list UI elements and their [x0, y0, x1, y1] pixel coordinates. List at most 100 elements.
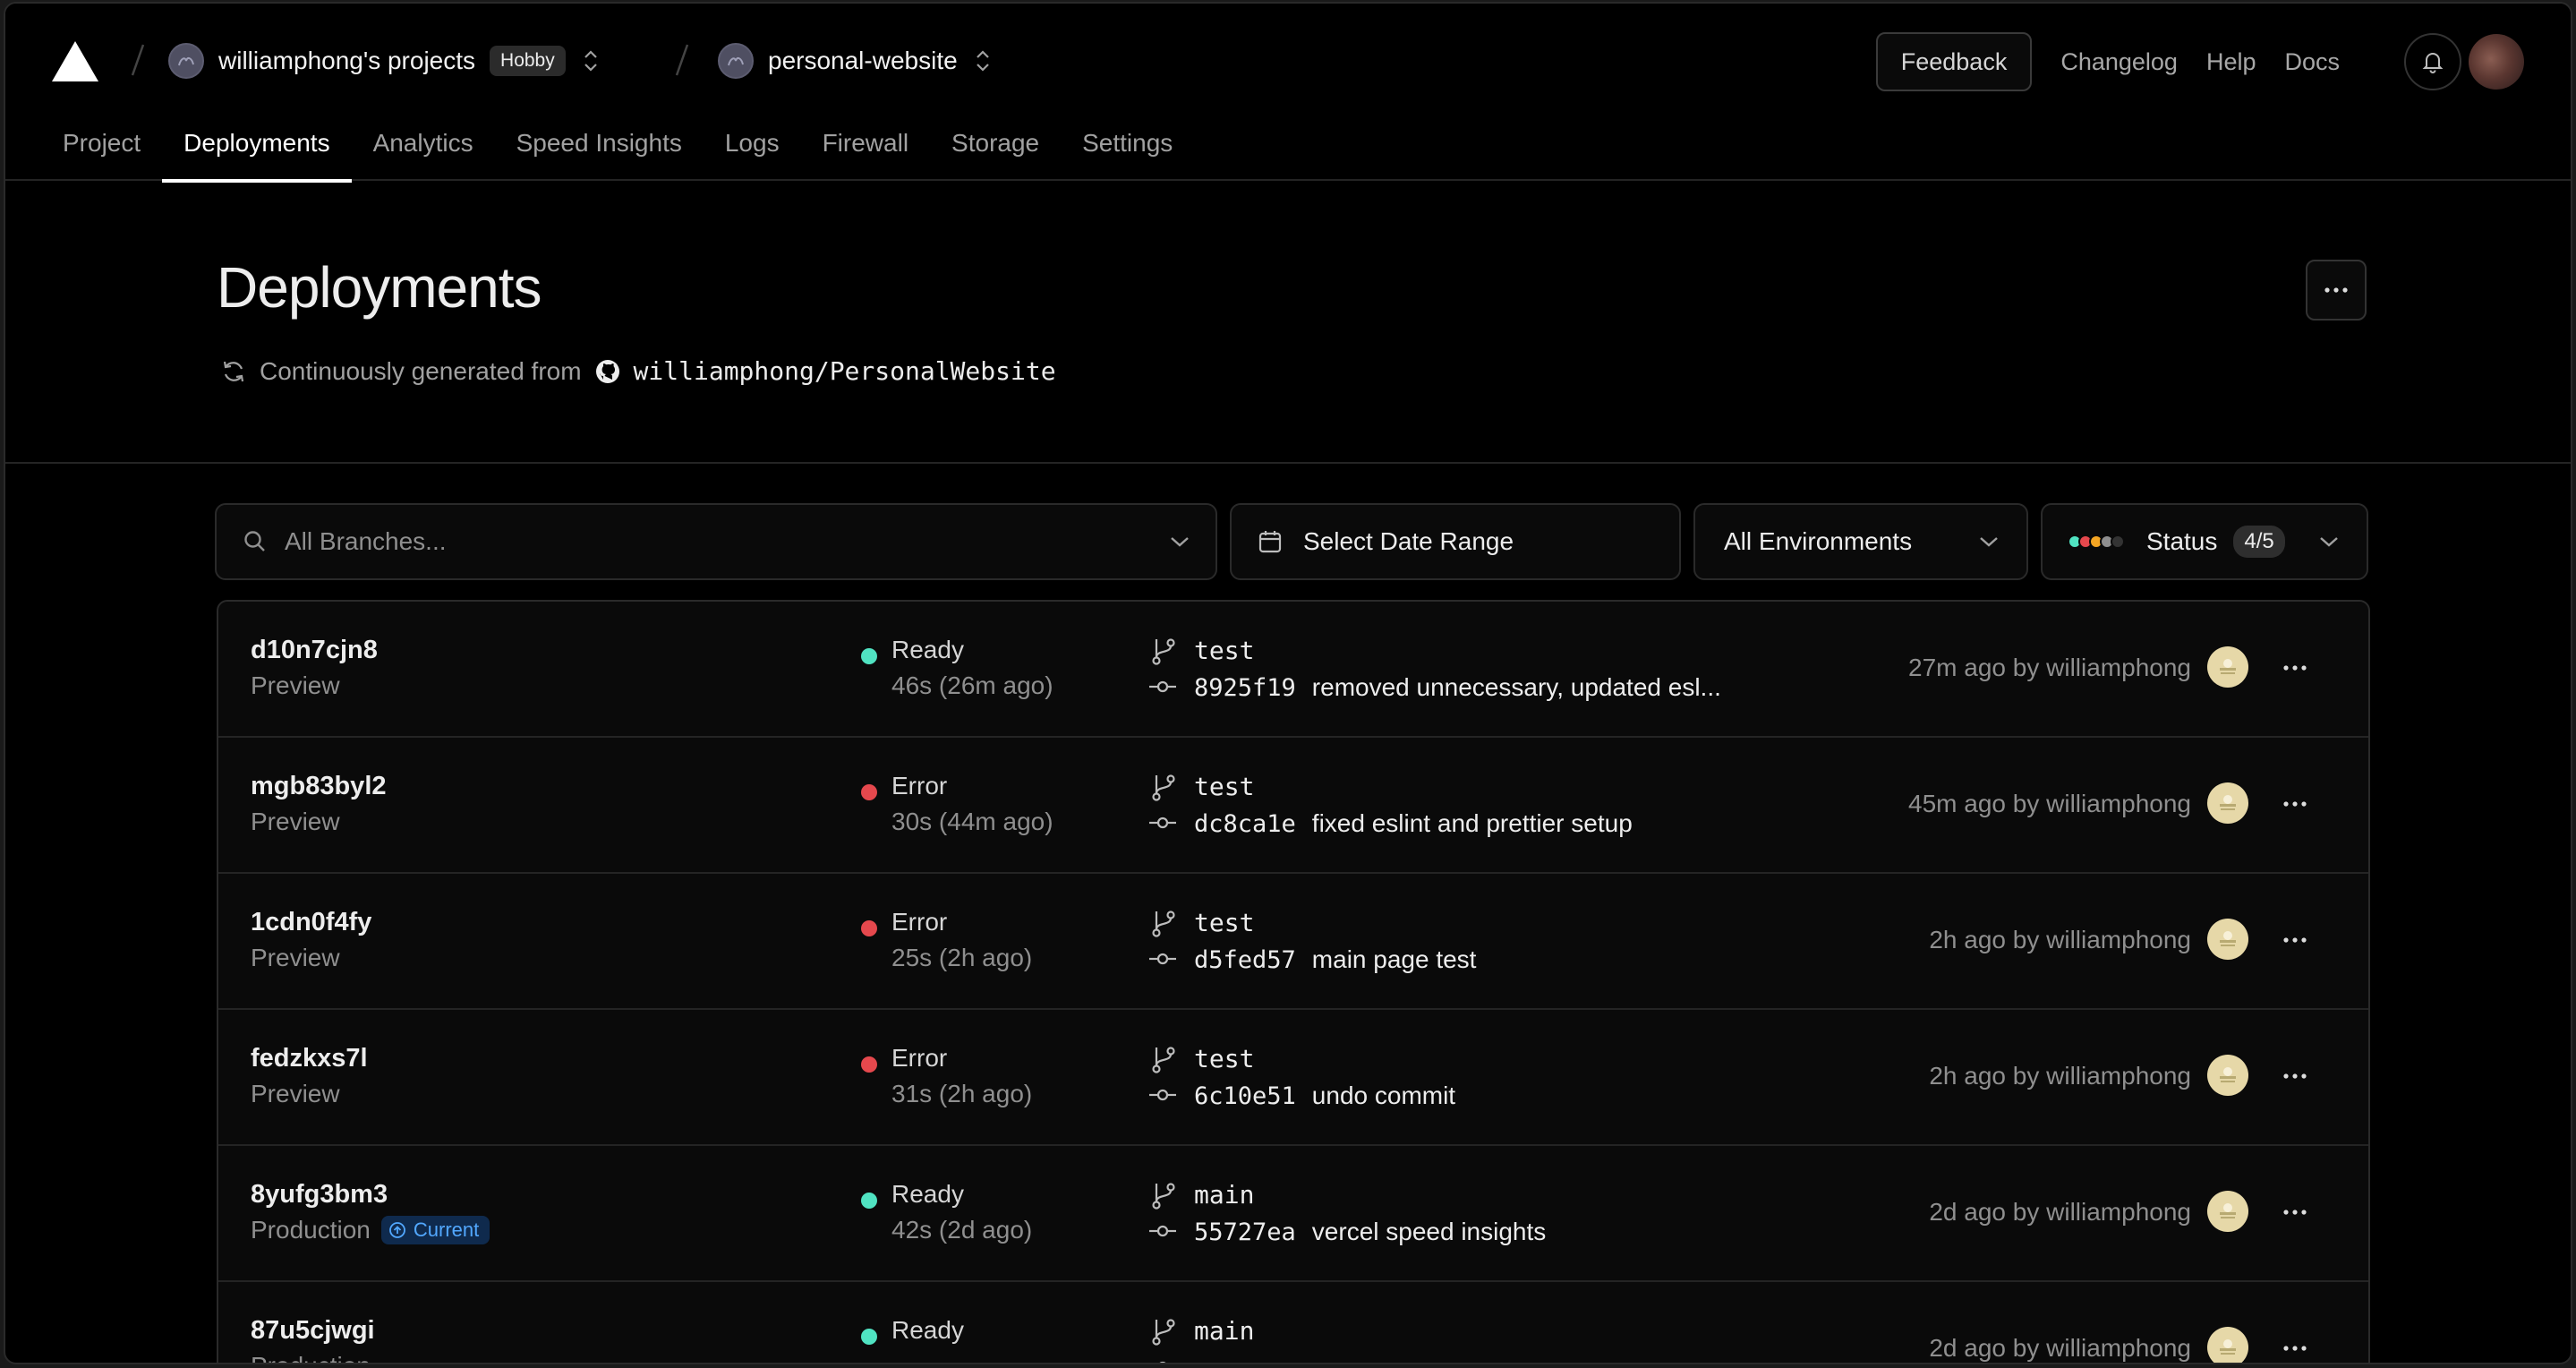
deployment-id[interactable]: d10n7cjn8	[251, 636, 378, 665]
deployment-id[interactable]: fedzkxs7l	[251, 1044, 368, 1073]
plan-badge: Hobby	[490, 46, 566, 76]
github-icon	[595, 359, 619, 383]
tab-firewall[interactable]: Firewall	[801, 118, 930, 181]
deployment-row[interactable]: d10n7cjn8 Preview Ready 46s (26m ago) te…	[218, 602, 2368, 738]
tab-analytics[interactable]: Analytics	[352, 118, 495, 181]
status-indicator-dot	[861, 1056, 877, 1073]
team-switcher[interactable]: williamphong's projects Hobby	[168, 41, 601, 81]
branch-name[interactable]: test	[1194, 1044, 1254, 1073]
git-commit-icon	[1159, 1361, 1166, 1363]
chevron-down-icon	[2320, 537, 2338, 547]
author-avatar	[2207, 646, 2248, 688]
source-info: Continuously generated from williamphong…	[220, 356, 1056, 386]
branch-filter-placeholder: All Branches...	[285, 527, 447, 555]
commit-info[interactable]: 55727ea vercel speed insights	[1194, 1218, 1546, 1246]
row-more-options-button[interactable]	[2275, 1056, 2315, 1096]
status-filter-select[interactable]: Status 4/5	[2041, 503, 2368, 580]
commit-hash: dc8ca1e	[1194, 810, 1296, 838]
branch-name[interactable]: test	[1194, 772, 1254, 801]
page-more-options-button[interactable]	[2306, 260, 2367, 321]
current-badge: Current	[380, 1216, 490, 1244]
git-branch-icon	[1152, 911, 1175, 937]
notifications-bell-icon[interactable]	[2404, 33, 2461, 90]
status-dots-icon	[2068, 534, 2125, 549]
branch-name[interactable]: main	[1194, 1180, 1254, 1210]
row-more-options-button[interactable]	[2275, 1329, 2315, 1363]
git-branch-icon	[1152, 774, 1175, 801]
date-range-label: Select Date Range	[1303, 527, 1514, 555]
deployment-created: 45m ago by williamphong	[1908, 790, 2191, 817]
tab-logs[interactable]: Logs	[704, 118, 801, 181]
row-more-options-button[interactable]	[2275, 920, 2315, 960]
arrow-up-circle-icon	[388, 1222, 405, 1238]
commit-info[interactable]: 6c10e51 undo commit	[1194, 1082, 1455, 1110]
tab-settings[interactable]: Settings	[1061, 118, 1194, 181]
row-more-options-button[interactable]	[2275, 784, 2315, 824]
more-horizontal-icon	[2283, 1346, 2307, 1351]
help-link[interactable]: Help	[2206, 48, 2256, 76]
commit-message: vercel speed insights	[1311, 1218, 1547, 1245]
deployment-id[interactable]: 87u5cjwgi	[251, 1316, 375, 1346]
deployment-id[interactable]: 1cdn0f4fy	[251, 908, 371, 937]
tab-speed-insights[interactable]: Speed Insights	[495, 118, 704, 181]
tab-storage[interactable]: Storage	[930, 118, 1061, 181]
source-prefix: Continuously generated from	[260, 356, 582, 385]
tab-deployments[interactable]: Deployments	[162, 118, 352, 183]
branch-name[interactable]: test	[1194, 636, 1254, 665]
commit-message: removed unnecessary, updated esl...	[1311, 673, 1721, 701]
vercel-logo-icon[interactable]	[50, 39, 100, 84]
deployment-status: Ready	[891, 1180, 964, 1208]
date-range-picker[interactable]: Select Date Range	[1230, 503, 1681, 580]
row-more-options-button[interactable]	[2275, 648, 2315, 688]
git-commit-icon	[1149, 953, 1176, 965]
user-avatar[interactable]	[2469, 34, 2524, 90]
environment-filter-select[interactable]: All Environments	[1693, 503, 2028, 580]
current-badge-label: Current	[413, 1218, 480, 1241]
project-tabs: Project Deployments Analytics Speed Insi…	[5, 118, 1194, 183]
status-indicator-dot	[861, 784, 877, 800]
more-horizontal-icon	[2324, 287, 2348, 293]
status-indicator-dot	[861, 920, 877, 936]
commit-info[interactable]: dc8ca1e fixed eslint and prettier setup	[1194, 809, 1633, 838]
branch-filter-select[interactable]: All Branches...	[215, 503, 1217, 580]
deployment-environment: Preview	[251, 671, 340, 700]
commit-message: main page test	[1311, 945, 1477, 973]
docs-link[interactable]: Docs	[2284, 48, 2340, 76]
deployment-duration: 46s (26m ago)	[891, 671, 1053, 699]
deployment-row[interactable]: 1cdn0f4fy Preview Error 25s (2h ago) tes…	[218, 874, 2368, 1010]
more-horizontal-icon	[2283, 665, 2307, 671]
git-commit-icon	[1149, 817, 1176, 829]
author-avatar	[2207, 919, 2248, 960]
environment-filter-value: All Environments	[1724, 527, 1913, 555]
deployment-environment: Preview	[251, 1080, 340, 1108]
deployment-status: Ready	[891, 1316, 964, 1344]
deployment-row[interactable]: fedzkxs7l Preview Error 31s (2h ago) tes…	[218, 1010, 2368, 1146]
deployment-row[interactable]: 87u5cjwgi Production Ready main 2d ago b…	[218, 1282, 2368, 1363]
deployment-created: 2h ago by williamphong	[1929, 926, 2191, 953]
row-more-options-button[interactable]	[2275, 1193, 2315, 1232]
git-branch-icon	[1152, 1047, 1175, 1073]
tab-project[interactable]: Project	[41, 118, 162, 181]
deployments-list: d10n7cjn8 Preview Ready 46s (26m ago) te…	[217, 600, 2370, 1363]
chevron-down-icon	[1171, 537, 1189, 547]
commit-info[interactable]: d5fed57 main page test	[1194, 945, 1476, 974]
commit-info[interactable]: 8925f19 removed unnecessary, updated esl…	[1194, 673, 1721, 702]
more-horizontal-icon	[2283, 801, 2307, 807]
project-name: personal-website	[768, 47, 958, 74]
deployment-duration: 42s (2d ago)	[891, 1216, 1033, 1244]
project-switcher[interactable]: personal-website	[718, 41, 994, 81]
branch-name[interactable]: test	[1194, 908, 1254, 937]
chevron-up-down-icon[interactable]	[972, 46, 994, 76]
changelog-link[interactable]: Changelog	[2060, 48, 2178, 76]
deployment-created: 2d ago by williamphong	[1929, 1198, 2191, 1226]
breadcrumb-separator-icon	[673, 39, 689, 81]
deployment-id[interactable]: mgb83byl2	[251, 772, 387, 801]
deployment-row[interactable]: 8yufg3bm3 Production Current Ready 42s (…	[218, 1146, 2368, 1282]
branch-name[interactable]: main	[1194, 1316, 1254, 1346]
chevron-up-down-icon[interactable]	[580, 46, 601, 76]
repo-link[interactable]: williamphong/PersonalWebsite	[634, 356, 1056, 386]
deployment-id[interactable]: 8yufg3bm3	[251, 1180, 388, 1210]
commit-hash: 8925f19	[1194, 674, 1296, 702]
feedback-button[interactable]: Feedback	[1875, 32, 2033, 91]
deployment-row[interactable]: mgb83byl2 Preview Error 30s (44m ago) te…	[218, 738, 2368, 874]
